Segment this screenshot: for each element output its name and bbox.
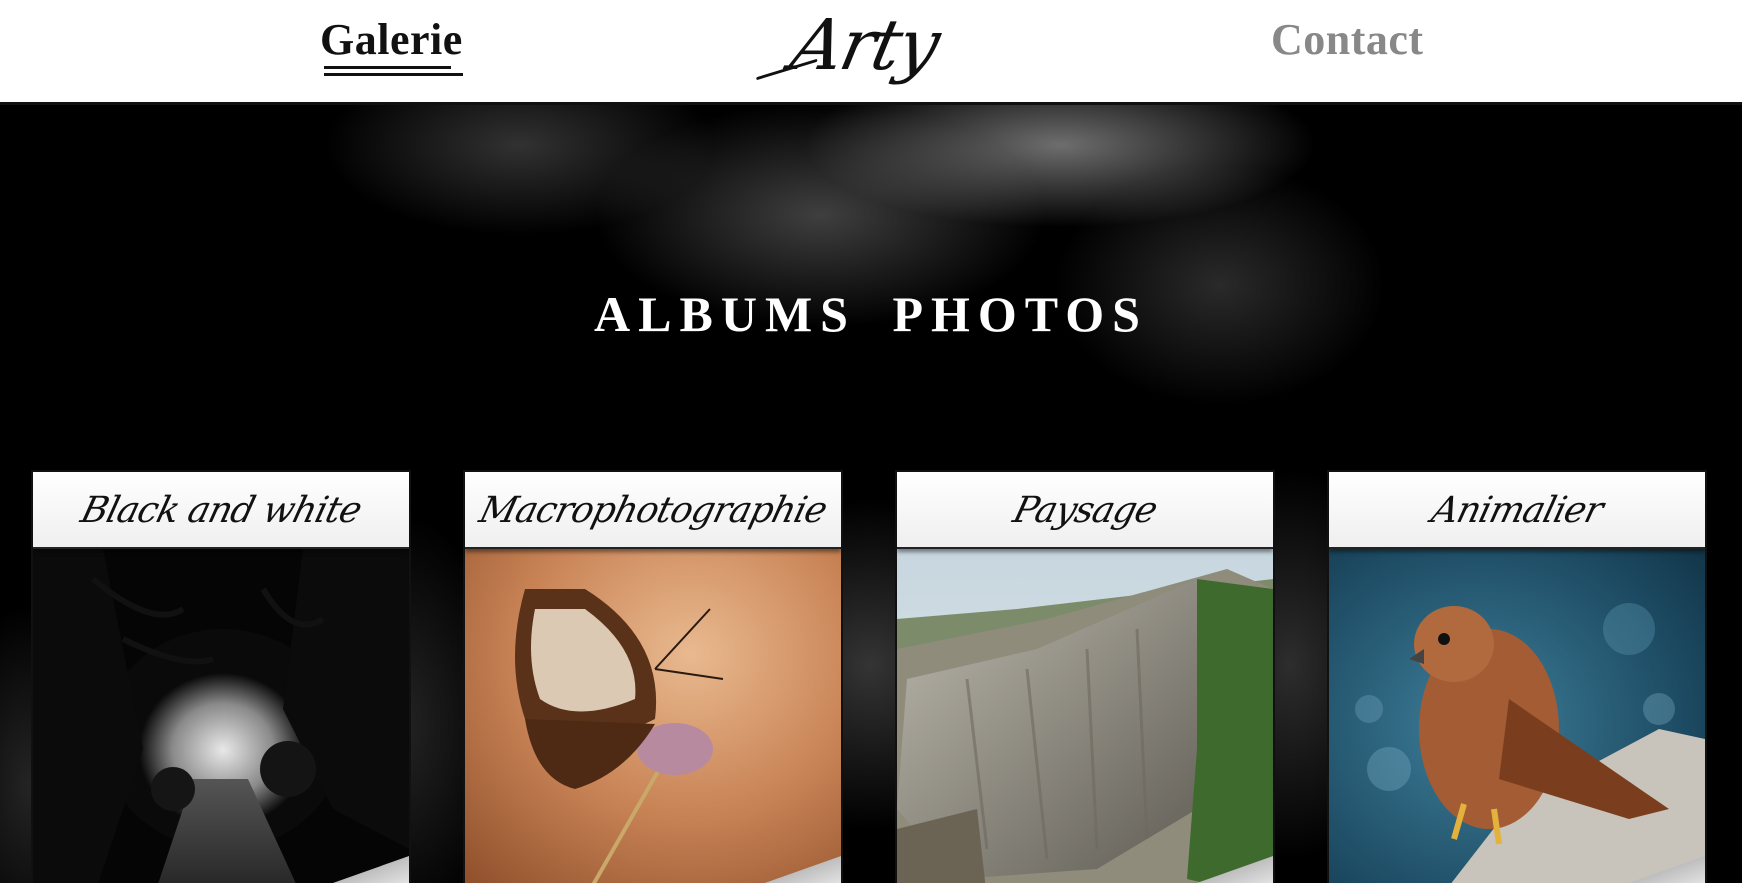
album-card-black-and-white[interactable]: Black and white bbox=[31, 470, 411, 883]
top-nav: Galerie Arty Contact bbox=[0, 0, 1742, 105]
nav-link-contact[interactable]: Contact bbox=[1271, 14, 1424, 65]
mountain-cliff-photo bbox=[897, 549, 1273, 883]
album-title: Black and white bbox=[76, 490, 366, 531]
kestrel-bird-photo bbox=[1329, 549, 1705, 883]
album-card-animalier[interactable]: Animalier bbox=[1327, 470, 1707, 883]
album-title: Paysage bbox=[1009, 490, 1161, 531]
album-card-header: Paysage bbox=[897, 472, 1273, 549]
album-card-header: Black and white bbox=[33, 472, 409, 549]
album-card-macrophotographie[interactable]: Macrophotographie bbox=[463, 470, 843, 883]
active-underline-secondary bbox=[324, 73, 463, 76]
butterfly-on-flower-photo bbox=[465, 549, 841, 883]
album-card-paysage[interactable]: Paysage bbox=[895, 470, 1275, 883]
nav-link-galerie[interactable]: Galerie bbox=[320, 14, 463, 76]
page-title: ALBUMS PHOTOS bbox=[594, 286, 1148, 342]
active-underline bbox=[324, 66, 451, 69]
nav-link-galerie-label: Galerie bbox=[320, 15, 463, 64]
site-logo[interactable]: Arty bbox=[756, 0, 969, 90]
forest-path-bw-photo bbox=[33, 549, 409, 883]
album-title: Animalier bbox=[1427, 490, 1607, 531]
album-title: Macrophotographie bbox=[475, 490, 831, 531]
album-card-header: Macrophotographie bbox=[465, 472, 841, 549]
logo-text: Arty bbox=[784, 4, 946, 86]
album-card-header: Animalier bbox=[1329, 472, 1705, 549]
